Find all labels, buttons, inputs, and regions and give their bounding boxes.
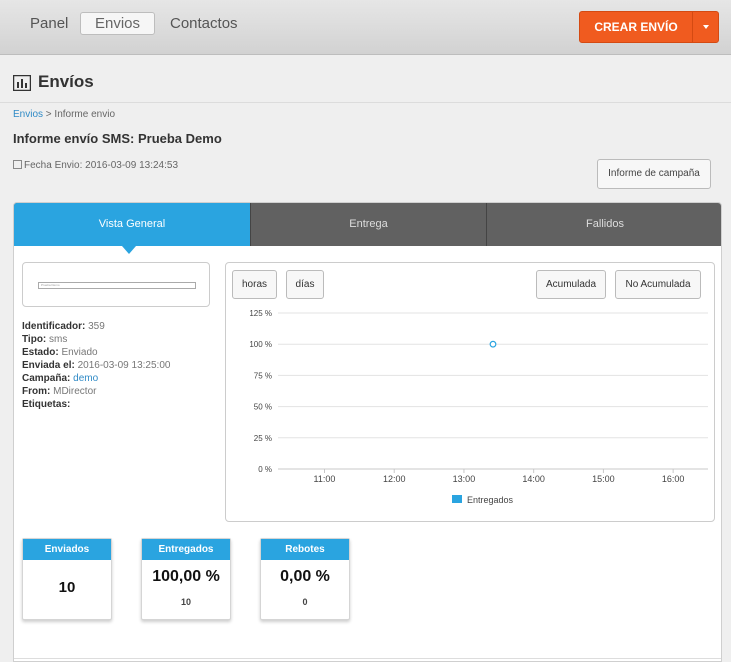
- divider: [0, 102, 731, 103]
- bar-chart-icon: [13, 75, 31, 91]
- report-title: Informe envío SMS: Prueba Demo: [13, 131, 222, 146]
- detail-label: Estado:: [22, 347, 59, 358]
- detail-enviada: Enviada el: 2016-03-09 13:25:00: [22, 359, 170, 372]
- breadcrumb: Envios > Informe envio: [13, 109, 115, 120]
- message-preview: Prueba Demo: [22, 262, 210, 307]
- legend-swatch: [452, 495, 462, 503]
- x-tick-label: 13:00: [453, 474, 476, 484]
- detail-value: 2016-03-09 13:25:00: [77, 360, 171, 371]
- detail-value: 359: [88, 321, 105, 332]
- nav-panel[interactable]: Panel: [16, 12, 82, 35]
- detail-tipo: Tipo: sms: [22, 333, 170, 346]
- detail-label: From:: [22, 386, 51, 397]
- y-tick-label: 75 %: [254, 371, 272, 380]
- chevron-down-icon[interactable]: [693, 12, 719, 42]
- page-title: Envíos: [38, 72, 94, 91]
- stat-title: Enviados: [23, 539, 111, 560]
- stat-value: 100,00 %: [152, 568, 220, 585]
- data-point: [489, 340, 497, 348]
- detail-label: Enviada el:: [22, 360, 75, 371]
- stat-entregados: Entregados 100,00 % 10: [141, 538, 231, 620]
- legend-label: Entregados: [467, 495, 514, 505]
- stat-value: 10: [58, 579, 76, 596]
- x-tick-label: 14:00: [522, 474, 545, 484]
- detail-value: Enviado: [61, 347, 98, 358]
- stat-title: Rebotes: [261, 539, 349, 560]
- top-navbar: Panel Envios Contactos CREAR ENVÍO: [0, 0, 731, 55]
- tab-bar: Vista General Entrega Fallidos: [14, 203, 721, 254]
- breadcrumb-envios-link[interactable]: Envios: [13, 109, 43, 120]
- send-date-text: Fecha Envio: 2016-03-09 13:24:53: [24, 160, 178, 171]
- breadcrumb-current: > Informe envio: [45, 109, 116, 120]
- days-button[interactable]: días: [286, 270, 324, 299]
- stat-subvalue: 10: [180, 597, 191, 607]
- chart-plot: 125 % 100 % 75 % 50 % 25 % 0 % 11:00 12:00 13:00…: [249, 309, 708, 505]
- detail-campana: Campaña: demo: [22, 372, 170, 385]
- x-tick-label: 15:00: [592, 474, 615, 484]
- y-tick-label: 100 %: [249, 340, 272, 349]
- y-tick-label: 125 %: [249, 309, 272, 318]
- detail-value: sms: [49, 334, 68, 345]
- non-cumulative-button[interactable]: No Acumulada: [615, 270, 701, 299]
- stat-rebotes: Rebotes 0,00 % 0: [260, 538, 350, 620]
- delivery-chart: horas días Acumulada No Acumulada 125 % 1…: [225, 262, 715, 522]
- report-panel: Vista General Entrega Fallidos Prueba De…: [13, 202, 722, 662]
- create-send-label[interactable]: CREAR ENVÍO: [580, 12, 692, 42]
- detail-label: Campaña:: [22, 373, 71, 384]
- detail-estado: Estado: Enviado: [22, 346, 170, 359]
- tab-vista-general[interactable]: Vista General: [14, 203, 250, 254]
- y-tick-label: 50 %: [254, 403, 272, 412]
- send-details: Identificador: 359 Tipo: sms Estado: Env…: [22, 320, 170, 411]
- message-preview-text: Prueba Demo: [38, 282, 196, 289]
- y-tick-label: 25 %: [254, 434, 272, 443]
- nav-envios[interactable]: Envios: [80, 12, 156, 35]
- tab-entrega[interactable]: Entrega: [250, 203, 486, 246]
- nav-contactos[interactable]: Contactos: [156, 12, 252, 35]
- calendar-icon: [13, 160, 22, 169]
- detail-from: From: MDirector: [22, 385, 170, 398]
- detail-identificador: Identificador: 359: [22, 320, 170, 333]
- create-send-button[interactable]: CREAR ENVÍO: [579, 11, 719, 43]
- send-date: Fecha Envio: 2016-03-09 13:24:53: [13, 160, 178, 171]
- divider: [14, 658, 721, 659]
- x-tick-label: 12:00: [383, 474, 406, 484]
- cumulative-button[interactable]: Acumulada: [536, 270, 606, 299]
- y-tick-label: 0 %: [258, 465, 272, 474]
- campaign-report-button[interactable]: Informe de campaña: [597, 159, 711, 189]
- stat-title: Entregados: [142, 539, 230, 560]
- hours-button[interactable]: horas: [232, 270, 277, 299]
- detail-label: Tipo:: [22, 334, 47, 345]
- stat-subvalue: 0: [302, 597, 308, 607]
- x-tick-label: 16:00: [662, 474, 685, 484]
- stat-enviados: Enviados 10: [22, 538, 112, 620]
- stat-value: 0,00 %: [280, 568, 330, 585]
- detail-value: MDirector: [53, 386, 97, 397]
- tab-fallidos[interactable]: Fallidos: [486, 203, 721, 246]
- campaign-link[interactable]: demo: [73, 373, 98, 384]
- detail-etiquetas: Etiquetas:: [22, 398, 170, 411]
- detail-label: Etiquetas:: [22, 399, 71, 410]
- x-tick-label: 11:00: [314, 474, 336, 484]
- detail-label: Identificador:: [22, 321, 86, 332]
